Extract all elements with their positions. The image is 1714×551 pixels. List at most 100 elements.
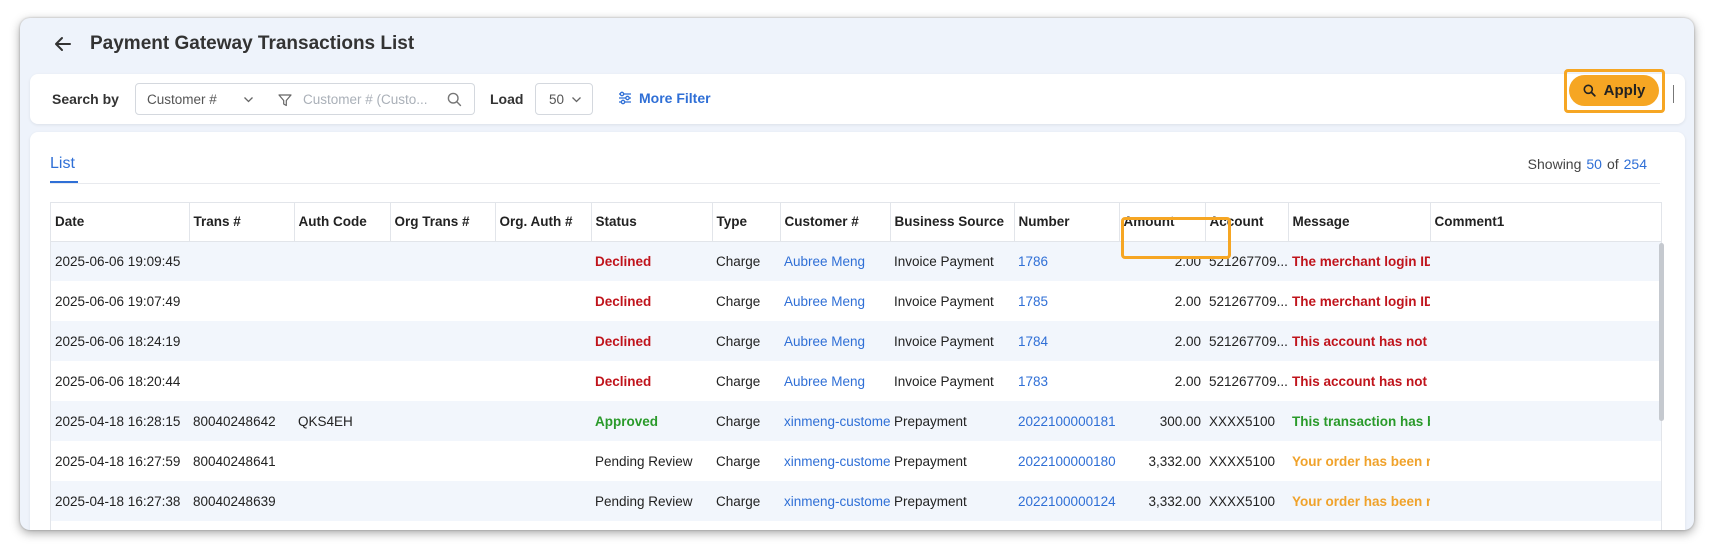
column-header[interactable]: Org Trans # [390, 203, 496, 242]
cell-trans [189, 281, 294, 321]
cell-status: Approved [591, 401, 712, 441]
cell-customer-link[interactable]: Aubree Meng [780, 241, 890, 281]
cell-comment [1430, 361, 1661, 401]
cell-org-auth [495, 241, 591, 281]
column-header[interactable]: Business Source [890, 203, 1015, 242]
page-header: Payment Gateway Transactions List [20, 18, 1694, 70]
filter-bar: Search by Customer # Load 50 [30, 74, 1685, 124]
cell-business-source: Invoice Payment [894, 293, 994, 309]
cell-amount: 2.00 [1119, 321, 1205, 361]
cell-number-link[interactable]: 2022100000180 [1014, 441, 1119, 481]
cell-number-link[interactable]: 2022100000124 [1014, 481, 1119, 521]
cell-number-link[interactable]: 1784 [1014, 321, 1119, 361]
more-filter-button[interactable]: More Filter [618, 90, 711, 106]
cell-org-trans [390, 401, 495, 441]
table-row[interactable]: 2025-04-18 16:27:59 80040248641 Pending … [51, 441, 1661, 481]
table-row[interactable]: 2025-04-18 16:27:38 80040248639 Pending … [51, 481, 1661, 521]
cell-org-auth [495, 401, 591, 441]
sliders-icon [619, 91, 631, 105]
cell-business-source: Invoice Payment [890, 241, 1014, 281]
cell-date: 2025-06-06 18:24:19 [51, 321, 189, 361]
cell-status: Declined [595, 373, 652, 389]
cell-date: 2025-04-18 16:28:15 [51, 401, 189, 441]
cell-org-auth [495, 441, 591, 481]
table-row[interactable]: 2025-04-18 16:28:15 80040248642 QKS4EH A… [51, 401, 1661, 441]
load-select[interactable]: 50 [535, 83, 593, 115]
showing-number: 50 [1586, 156, 1602, 172]
cell-auth: QKS4EH [294, 401, 390, 441]
cell-number-link[interactable]: 1785 [1014, 281, 1119, 321]
cell-org-trans [390, 281, 495, 321]
column-header[interactable]: Message [1288, 203, 1431, 242]
column-header[interactable]: Type [712, 203, 781, 242]
cell-auth [294, 361, 390, 401]
of-label: of [1606, 156, 1619, 172]
cell-message: The merchant login ID or password is inv… [1292, 293, 1430, 309]
cell-message: Your order has been received [1288, 481, 1430, 521]
cell-customer-link[interactable]: xinmeng-customer [780, 441, 890, 481]
cell-number-link[interactable]: 1786 [1014, 241, 1119, 281]
column-header-number[interactable]: Number [1014, 203, 1120, 242]
column-header[interactable]: Status [591, 203, 713, 242]
cell-message: This account has not been given permissi… [1288, 321, 1430, 361]
cell-message: The merchant login ID or password is inv… [1288, 241, 1430, 281]
cell-business-source: Prepayment [894, 453, 967, 469]
cell-type: Charge [712, 321, 780, 361]
cell-business-source: Invoice Payment [894, 373, 994, 389]
apply-button[interactable]: Apply [1569, 75, 1659, 106]
cell-org-auth [495, 481, 591, 521]
table-row[interactable]: 2025-06-06 19:07:49 Declined Charge Aubr… [51, 281, 1661, 321]
cell-business-source: Prepayment [890, 401, 1014, 441]
cell-auth [294, 241, 390, 281]
cell-auth [294, 281, 390, 321]
search-icon[interactable] [447, 92, 462, 107]
column-header[interactable]: Date [51, 203, 190, 242]
back-arrow-icon[interactable] [53, 34, 73, 54]
cell-business-source: Invoice Payment [890, 321, 1014, 361]
cell-amount: 3,332.00 [1119, 481, 1205, 521]
cell-org-trans [390, 481, 495, 521]
cell-customer-link[interactable]: xinmeng-customer [780, 481, 890, 521]
total-number[interactable]: 254 [1624, 156, 1647, 172]
cell-customer-link[interactable]: Aubree Meng [780, 361, 890, 401]
cell-number-link[interactable]: 1783 [1014, 361, 1119, 401]
column-header[interactable]: Auth Code [294, 203, 391, 242]
search-by-label: Search by [52, 91, 119, 107]
cell-account: XXXX5100 [1205, 481, 1288, 521]
cell-comment [1430, 241, 1661, 281]
chevron-down-icon [572, 97, 581, 103]
search-input[interactable] [303, 91, 443, 107]
apply-label: Apply [1603, 82, 1646, 99]
cell-comment [1430, 401, 1661, 441]
cell-account: 521267709... [1209, 293, 1288, 309]
cell-amount: 300.00 [1119, 401, 1205, 441]
cell-customer-link[interactable]: Aubree Meng [780, 281, 890, 321]
cell-status: Pending Review [595, 453, 693, 469]
tab-list[interactable]: List [50, 155, 75, 173]
cell-type: Charge [716, 293, 761, 309]
list-panel: List Showing 50 of 254 Date Trans # Auth Co… [30, 132, 1685, 530]
table-row[interactable]: 2025-06-06 18:20:44 Declined Charge Aubr… [51, 361, 1661, 401]
table-scrollbar[interactable] [1659, 243, 1664, 421]
search-by-select[interactable]: Customer # [135, 83, 266, 115]
divider [1673, 85, 1674, 103]
search-icon [1583, 84, 1596, 97]
column-header[interactable]: Account [1205, 203, 1289, 242]
column-header[interactable]: Comment1 [1430, 203, 1661, 242]
cell-date: 2025-06-06 19:09:45 [51, 241, 189, 281]
cell-auth [294, 321, 390, 361]
column-header[interactable]: Amount [1119, 203, 1206, 242]
column-header[interactable]: Trans # [189, 203, 295, 242]
transactions-table: Date Trans # Auth Code Org Trans # Org. … [50, 202, 1662, 530]
column-header[interactable]: Org. Auth # [495, 203, 592, 242]
column-header[interactable]: Customer # [780, 203, 891, 242]
load-value: 50 [549, 91, 565, 107]
cell-type: Charge [712, 401, 780, 441]
search-field [265, 83, 475, 115]
cell-org-auth [495, 321, 591, 361]
cell-customer-link[interactable]: Aubree Meng [780, 321, 890, 361]
table-row[interactable]: 2025-06-06 18:24:19 Declined Charge Aubr… [51, 321, 1661, 361]
cell-customer-link[interactable]: xinmeng-customer [780, 401, 890, 441]
table-row[interactable]: 2025-06-06 19:09:45 Declined Charge Aubr… [51, 241, 1661, 281]
cell-number-link[interactable]: 2022100000181 [1014, 401, 1119, 441]
